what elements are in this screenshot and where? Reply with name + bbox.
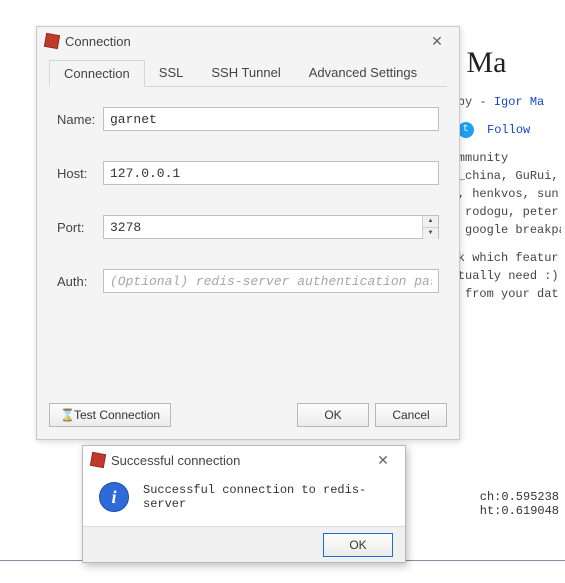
spin-up-icon[interactable]: ▲ (423, 216, 438, 228)
msgbox-ok-button[interactable]: OK (323, 533, 393, 557)
row-port: Port: ▲ ▼ (57, 215, 439, 239)
test-connection-button[interactable]: ⌛ Test Connection (49, 403, 171, 427)
hourglass-icon: ⌛ (60, 408, 70, 422)
name-input[interactable] (103, 107, 439, 131)
app-icon (44, 33, 60, 49)
cancel-button[interactable]: Cancel (375, 403, 447, 427)
auth-label: Auth: (57, 274, 103, 289)
tab-connection[interactable]: Connection (49, 60, 145, 87)
host-label: Host: (57, 166, 103, 181)
tab-ssh-tunnel[interactable]: SSH Tunnel (197, 60, 294, 87)
spin-down-icon[interactable]: ▼ (423, 228, 438, 239)
msgbox-title: Successful connection (111, 453, 369, 468)
dialog-title: Connection (65, 34, 423, 49)
follow-link[interactable]: Follow (487, 123, 530, 137)
close-icon[interactable]: ✕ (423, 33, 451, 50)
msgbox-body: i Successful connection to redis-server (83, 474, 405, 520)
success-msgbox: Successful connection ✕ i Successful con… (82, 445, 406, 563)
connection-dialog: Connection ✕ Connection SSL SSH Tunnel A… (36, 26, 460, 440)
port-input[interactable] (103, 215, 439, 239)
name-label: Name: (57, 112, 103, 127)
dialog-titlebar: Connection ✕ (37, 27, 459, 55)
msgbox-text: Successful connection to redis-server (143, 483, 389, 511)
row-host: Host: (57, 161, 439, 185)
row-auth: Auth: (57, 269, 439, 293)
dialog-footer: ⌛ Test Connection OK Cancel (49, 403, 447, 427)
port-spinner[interactable]: ▲ ▼ (422, 216, 438, 238)
msgbox-titlebar: Successful connection ✕ (83, 446, 405, 474)
host-input[interactable] (103, 161, 439, 185)
tab-ssl[interactable]: SSL (145, 60, 198, 87)
tabbar: Connection SSL SSH Tunnel Advanced Setti… (49, 59, 447, 87)
connection-form: Name: Host: Port: ▲ ▼ Auth: (37, 87, 459, 333)
close-icon[interactable]: ✕ (369, 452, 397, 469)
auth-input[interactable] (103, 269, 439, 293)
tab-advanced-settings[interactable]: Advanced Settings (295, 60, 431, 87)
info-icon: i (99, 482, 129, 512)
twitter-icon[interactable]: t (458, 122, 474, 138)
row-name: Name: (57, 107, 439, 131)
bg-metrics: ch:0.595238 ht:0.619048 (480, 490, 559, 518)
author-link[interactable]: Igor Ma (494, 95, 544, 109)
test-connection-label: Test Connection (74, 408, 160, 422)
msgbox-footer: OK (83, 526, 405, 562)
ok-button[interactable]: OK (297, 403, 369, 427)
app-icon (90, 452, 106, 468)
port-label: Port: (57, 220, 103, 235)
